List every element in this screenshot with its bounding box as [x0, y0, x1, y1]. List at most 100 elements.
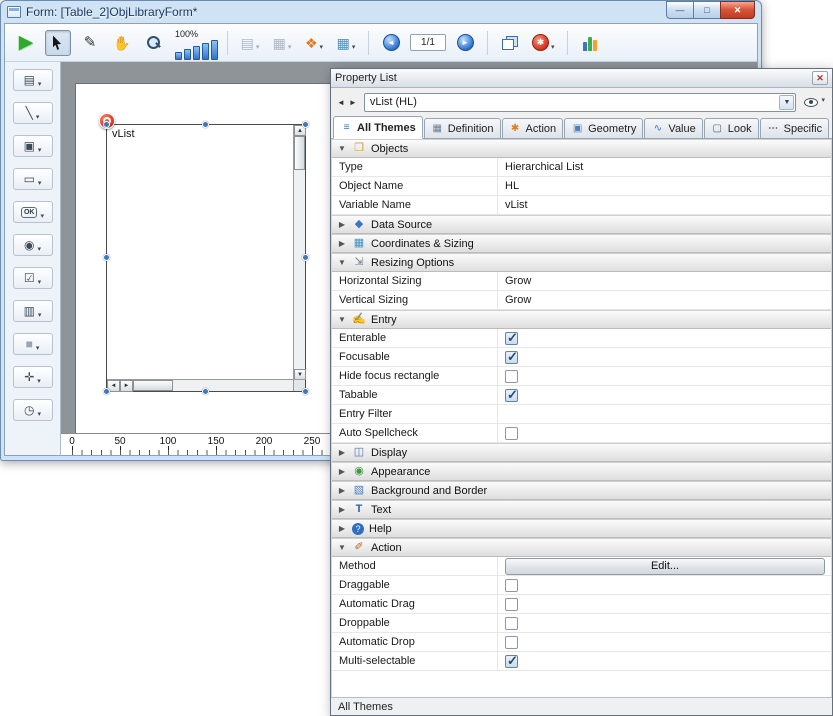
- color-scheme-button[interactable]: ❖ ▾: [301, 30, 327, 56]
- disclosure-triangle-icon[interactable]: [337, 543, 347, 552]
- property-checkbox[interactable]: [505, 655, 518, 668]
- zoom-level-bars[interactable]: [175, 40, 218, 60]
- selection-handle[interactable]: [302, 121, 309, 128]
- property-value[interactable]: [498, 405, 831, 423]
- execute-form-button[interactable]: ▶: [13, 30, 39, 56]
- horizontal-scroll-thumb[interactable]: [133, 380, 173, 391]
- property-section-header[interactable]: Coordinates & Sizing: [332, 234, 831, 253]
- execute-options-button[interactable]: ✱ ▾: [529, 30, 558, 56]
- horizontal-scrollbar[interactable]: ◄ ►: [107, 379, 293, 391]
- clock-tool[interactable]: ◷ ▾: [13, 399, 53, 421]
- selection-handle[interactable]: [302, 388, 309, 395]
- selection-handle[interactable]: [103, 121, 110, 128]
- property-checkbox[interactable]: [505, 351, 518, 364]
- property-section-header[interactable]: Objects: [332, 139, 831, 158]
- vertical-scroll-track[interactable]: [294, 136, 305, 369]
- horizontal-scroll-track[interactable]: [133, 380, 293, 391]
- selection-handle[interactable]: [103, 388, 110, 395]
- property-section-header[interactable]: Entry: [332, 310, 831, 329]
- previous-page-button[interactable]: ◄: [378, 30, 404, 56]
- text-tool[interactable]: ▤ ▾: [13, 69, 53, 91]
- property-tab[interactable]: Specific: [760, 118, 830, 138]
- display-options-button[interactable]: ▦ ▾: [333, 30, 359, 56]
- splitter-tool[interactable]: ✛ ▾: [13, 366, 53, 388]
- align-objects-button[interactable]: ▤ ▾: [237, 30, 263, 56]
- property-tab[interactable]: Definition: [424, 118, 501, 138]
- previous-object-button[interactable]: ◄: [336, 98, 346, 107]
- property-section-header[interactable]: Help: [332, 519, 831, 538]
- line-tool[interactable]: ╲ ▾: [13, 102, 53, 124]
- property-checkbox[interactable]: [505, 427, 518, 440]
- property-list-titlebar[interactable]: Property List ✕: [331, 69, 832, 88]
- minimize-button[interactable]: —: [666, 1, 693, 19]
- property-tab[interactable]: Geometry: [564, 118, 643, 138]
- property-value[interactable]: Grow: [498, 291, 831, 309]
- disclosure-triangle-icon[interactable]: [337, 467, 347, 476]
- selection-handle[interactable]: [103, 254, 110, 261]
- property-checkbox[interactable]: [505, 370, 518, 383]
- hierarchical-list-object[interactable]: vList ▲ ▼ ◄ ►: [106, 124, 306, 392]
- view-options-button[interactable]: ▾: [802, 97, 827, 108]
- property-section-header[interactable]: Appearance: [332, 462, 831, 481]
- next-page-button[interactable]: ►: [452, 30, 478, 56]
- property-value[interactable]: Hierarchical List: [498, 158, 831, 176]
- object-selector-dropdown[interactable]: vList (HL) ▼: [364, 93, 797, 112]
- checkbox-tool[interactable]: ☑ ▾: [13, 267, 53, 289]
- property-list-close-button[interactable]: ✕: [812, 71, 828, 85]
- radio-tool[interactable]: ◉ ▾: [13, 234, 53, 256]
- combo-arrow-icon[interactable]: ▼: [779, 95, 794, 110]
- property-value[interactable]: Grow: [498, 272, 831, 290]
- disclosure-triangle-icon[interactable]: [337, 239, 347, 248]
- property-tab[interactable]: Value: [644, 118, 702, 138]
- zoom-gauge[interactable]: 100%: [175, 26, 218, 60]
- disclosure-triangle-icon[interactable]: [337, 220, 347, 229]
- pen-tool-button[interactable]: ✎: [77, 30, 103, 56]
- property-checkbox[interactable]: [505, 598, 518, 611]
- property-section-header[interactable]: Action: [332, 538, 831, 557]
- group-tool[interactable]: ▣ ▾: [13, 135, 53, 157]
- disclosure-triangle-icon[interactable]: [337, 486, 347, 495]
- property-section-header[interactable]: Resizing Options: [332, 253, 831, 272]
- maximize-button[interactable]: □: [693, 1, 720, 19]
- scroll-right-button[interactable]: ►: [120, 380, 133, 392]
- field-tool[interactable]: ▭ ▾: [13, 168, 53, 190]
- distribute-objects-button[interactable]: ▦ ▾: [269, 30, 295, 56]
- disclosure-triangle-icon[interactable]: [337, 448, 347, 457]
- disclosure-triangle-icon[interactable]: [337, 315, 347, 324]
- close-button[interactable]: ✕: [720, 1, 755, 19]
- vertical-scroll-thumb[interactable]: [294, 136, 305, 170]
- property-checkbox[interactable]: [505, 389, 518, 402]
- property-tab[interactable]: All Themes: [333, 116, 423, 139]
- property-section-header[interactable]: Text: [332, 500, 831, 519]
- button-tool[interactable]: OK ▾: [13, 201, 53, 223]
- rect-tool[interactable]: ■ ▾: [13, 333, 53, 355]
- listbox-tool[interactable]: ▥ ▾: [13, 300, 53, 322]
- vertical-scrollbar[interactable]: ▲ ▼: [293, 125, 305, 380]
- pointer-tool-button[interactable]: [45, 30, 71, 56]
- property-section-header[interactable]: Background and Border: [332, 481, 831, 500]
- property-tab[interactable]: Look: [704, 118, 759, 138]
- form-pages-button[interactable]: [497, 30, 523, 56]
- next-object-button[interactable]: ►: [348, 98, 358, 107]
- selection-handle[interactable]: [202, 121, 209, 128]
- property-section-header[interactable]: Data Source: [332, 215, 831, 234]
- chart-tool-button[interactable]: [577, 30, 603, 56]
- property-checkbox[interactable]: [505, 636, 518, 649]
- property-value[interactable]: HL: [498, 177, 831, 195]
- hand-tool-button[interactable]: ✋: [109, 30, 135, 56]
- disclosure-triangle-icon[interactable]: [337, 524, 347, 533]
- disclosure-triangle-icon[interactable]: [337, 144, 347, 153]
- property-value[interactable]: vList: [498, 196, 831, 214]
- selection-handle[interactable]: [202, 388, 209, 395]
- property-checkbox[interactable]: [505, 332, 518, 345]
- selection-handle[interactable]: [302, 254, 309, 261]
- form-window-titlebar[interactable]: Form: [Table_2]ObjLibraryForm* — □ ✕: [4, 1, 758, 23]
- disclosure-triangle-icon[interactable]: [337, 258, 347, 267]
- edit-method-button[interactable]: Edit...: [505, 558, 825, 575]
- disclosure-triangle-icon[interactable]: [337, 505, 347, 514]
- property-checkbox[interactable]: [505, 617, 518, 630]
- property-checkbox[interactable]: [505, 579, 518, 592]
- zoom-tool-button[interactable]: [141, 30, 167, 56]
- property-section-header[interactable]: Display: [332, 443, 831, 462]
- property-tab[interactable]: Action: [502, 118, 564, 138]
